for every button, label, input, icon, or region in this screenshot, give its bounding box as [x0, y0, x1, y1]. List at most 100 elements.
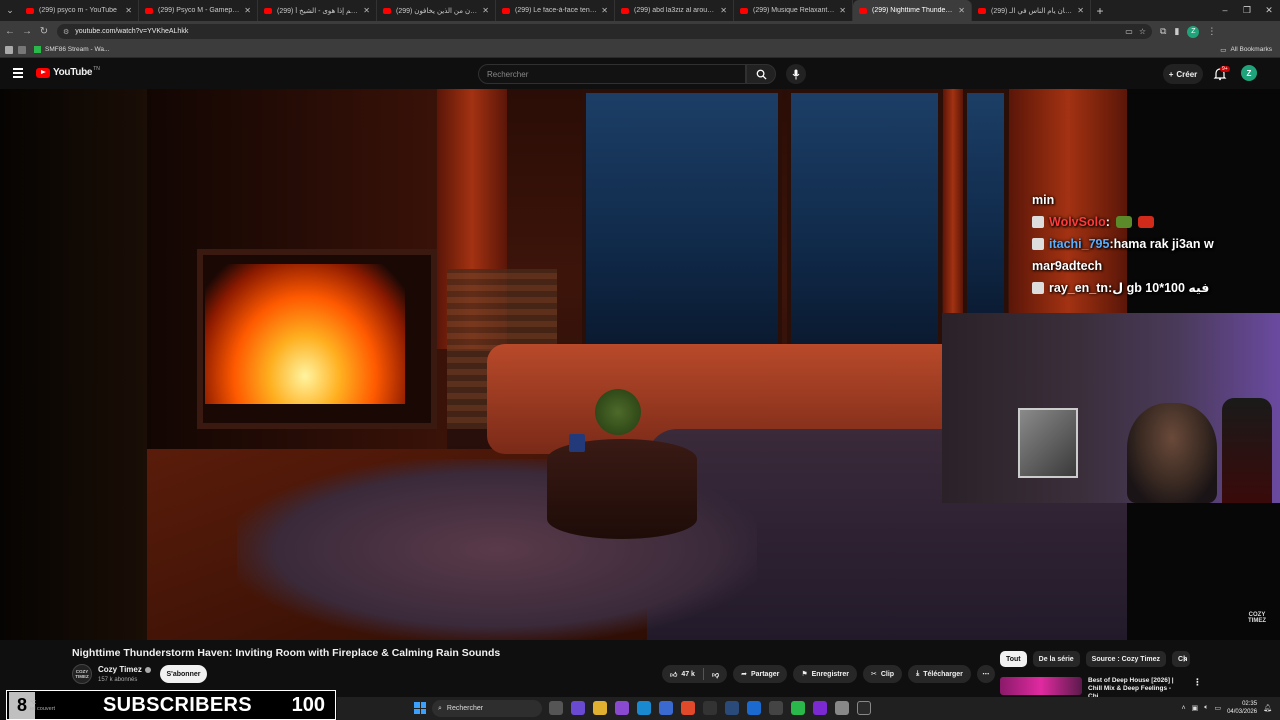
- search-icon: [756, 69, 767, 80]
- video-player[interactable]: min WolvSolo : itachi_795 : hama rak ji3…: [0, 89, 1280, 640]
- taskbar-search[interactable]: ⌕ Rechercher: [432, 700, 542, 717]
- chat-text: hama rak ji3an w: [1113, 237, 1214, 251]
- search-input[interactable]: Rechercher: [478, 64, 746, 84]
- more-vertical-icon[interactable]: ⋮: [1193, 677, 1202, 688]
- close-tab-icon[interactable]: ✕: [720, 6, 727, 15]
- browser-tab[interactable]: (299) Le face-à-face tendu entre✕: [496, 0, 615, 21]
- close-window-icon[interactable]: ✕: [1258, 0, 1280, 21]
- chip-series[interactable]: De la série: [1032, 651, 1080, 667]
- address-bar[interactable]: ⚙ youtube.com/watch?v=YVKheALhkk ▭ ☆: [57, 24, 1152, 39]
- bookmark-smf86[interactable]: SMF86 Stream - Wa...: [34, 46, 109, 53]
- channel-avatar[interactable]: COZY TIMEZ: [72, 664, 92, 684]
- clip-button[interactable]: ✂ Clip: [862, 665, 903, 683]
- close-tab-icon[interactable]: ✕: [363, 6, 370, 15]
- youtube-favicon-icon: [621, 7, 629, 14]
- edge-icon[interactable]: [637, 701, 651, 715]
- close-tab-icon[interactable]: ✕: [244, 6, 251, 15]
- volume-icon[interactable]: 🔈︎: [1204, 704, 1208, 712]
- like-button[interactable]: 👍︎ 47 k: [662, 665, 703, 683]
- save-button[interactable]: ⚑ Enregistrer: [793, 665, 857, 683]
- extensions-icon[interactable]: ⧉: [1160, 26, 1166, 37]
- app-icon[interactable]: [769, 701, 783, 715]
- battery-icon[interactable]: ▭: [1214, 704, 1221, 712]
- maximize-icon[interactable]: ❐: [1236, 0, 1258, 21]
- apps-icon[interactable]: [5, 45, 13, 54]
- download-button[interactable]: ⤓ Télécharger: [908, 665, 971, 683]
- youtube-favicon-icon: [145, 7, 153, 14]
- streamer: [1127, 403, 1217, 503]
- scissors-icon: ✂: [870, 671, 877, 678]
- app-icon[interactable]: [659, 701, 673, 715]
- recommended-video-thumbnail[interactable]: [1000, 677, 1082, 695]
- browser-tab[interactable]: (299) Psyco M - Gameplay Strat✕: [139, 0, 258, 21]
- browser-tab[interactable]: (299) و النجم إذا هوى - الشيخ أ... ✕: [258, 0, 377, 21]
- more-actions-button[interactable]: ⋯: [976, 665, 995, 683]
- browser-tab[interactable]: (299) كيف كان يأم الناس في الـ ✕: [972, 0, 1091, 21]
- bookmark-star-icon[interactable]: ☆: [1139, 27, 1146, 36]
- chat-username: ray_en_tn: [1049, 281, 1109, 295]
- teams-icon[interactable]: [571, 701, 585, 715]
- chip-all[interactable]: Tout: [1000, 651, 1027, 667]
- network-icon[interactable]: ▣: [1192, 704, 1199, 712]
- obs-icon[interactable]: [703, 701, 717, 715]
- thumbs-down-icon: 👎︎: [711, 671, 720, 679]
- tab-title: (299) Musique Relaxante pour: [753, 7, 835, 14]
- windows-start-icon[interactable]: [414, 702, 426, 714]
- emote-icon: [1115, 216, 1132, 228]
- search-button[interactable]: [746, 64, 776, 84]
- create-button[interactable]: + Créer: [1163, 64, 1203, 84]
- subscribe-button[interactable]: S'abonner: [160, 665, 207, 683]
- weather-widget[interactable]: °C iel couvert: [30, 700, 55, 712]
- app-icon[interactable]: [835, 701, 849, 715]
- youtube-favicon-icon: [740, 7, 748, 14]
- browser-profile-avatar[interactable]: Z: [1187, 25, 1200, 38]
- forward-icon[interactable]: →: [20, 26, 34, 37]
- app-icon[interactable]: [813, 701, 827, 715]
- grid-icon[interactable]: [18, 45, 26, 54]
- close-tab-icon[interactable]: ✕: [839, 6, 846, 15]
- app-icon[interactable]: [857, 701, 871, 715]
- chip-source[interactable]: Source : Cozy Timez: [1085, 651, 1167, 667]
- browser-tab[interactable]: (299) Musique Relaxante pour ✕: [734, 0, 853, 21]
- close-tab-icon[interactable]: ✕: [601, 6, 608, 15]
- all-bookmarks-button[interactable]: ▭ All Bookmarks: [1220, 46, 1272, 54]
- chip-more[interactable]: Ch: [1172, 651, 1191, 667]
- voice-search-button[interactable]: [786, 64, 806, 84]
- close-tab-icon[interactable]: ✕: [1077, 6, 1084, 15]
- browser-menu-icon[interactable]: ⋮: [1207, 26, 1216, 37]
- cast-icon[interactable]: ▭: [1125, 27, 1133, 36]
- close-tab-icon[interactable]: ✕: [482, 6, 489, 15]
- notifications-icon[interactable]: 🔔︎: [1263, 704, 1272, 712]
- browser-tab[interactable]: (299) psyco m - YouTube ✕: [20, 0, 139, 21]
- app-icon[interactable]: [791, 701, 805, 715]
- browser-tab[interactable]: (299) Nighttime Thunderstorm ✕: [853, 0, 972, 21]
- minimize-icon[interactable]: –: [1214, 0, 1236, 21]
- close-tab-icon[interactable]: ✕: [125, 6, 132, 15]
- close-tab-icon[interactable]: ✕: [958, 6, 965, 15]
- share-button[interactable]: ➦ Partager: [733, 665, 788, 683]
- site-info-icon[interactable]: ⚙: [63, 28, 69, 36]
- file-explorer-icon[interactable]: [593, 701, 607, 715]
- tab-search-icon[interactable]: ⌄: [0, 0, 20, 21]
- account-avatar[interactable]: Z: [1241, 65, 1257, 81]
- chevron-right-icon[interactable]: ›: [1183, 654, 1186, 665]
- clock[interactable]: 02:35 04/03/2026: [1227, 700, 1257, 716]
- channel-name-link[interactable]: Cozy Timez: [98, 665, 151, 674]
- chrome-icon[interactable]: [681, 701, 695, 715]
- app-icon[interactable]: [747, 701, 761, 715]
- chat-line: min: [1032, 193, 1055, 207]
- browser-tab[interactable]: (299) قال رجلان من الذين يخافون✕: [377, 0, 496, 21]
- reload-icon[interactable]: ↻: [37, 26, 51, 37]
- task-view-icon[interactable]: [549, 701, 563, 715]
- back-icon[interactable]: ←: [3, 26, 17, 37]
- steam-icon[interactable]: [725, 701, 739, 715]
- new-tab-button[interactable]: +: [1091, 4, 1109, 18]
- dislike-button[interactable]: 👎︎: [704, 665, 727, 683]
- sidepanel-icon[interactable]: ▮: [1174, 26, 1179, 37]
- youtube-favicon-icon: [26, 7, 34, 14]
- youtube-logo[interactable]: YouTube TN: [36, 66, 100, 78]
- app-icon[interactable]: [615, 701, 629, 715]
- tray-chevron-icon[interactable]: ˄: [1182, 705, 1186, 712]
- menu-icon[interactable]: [13, 68, 23, 78]
- browser-tab[interactable]: (299) abd la3ziz al arousi - You✕: [615, 0, 734, 21]
